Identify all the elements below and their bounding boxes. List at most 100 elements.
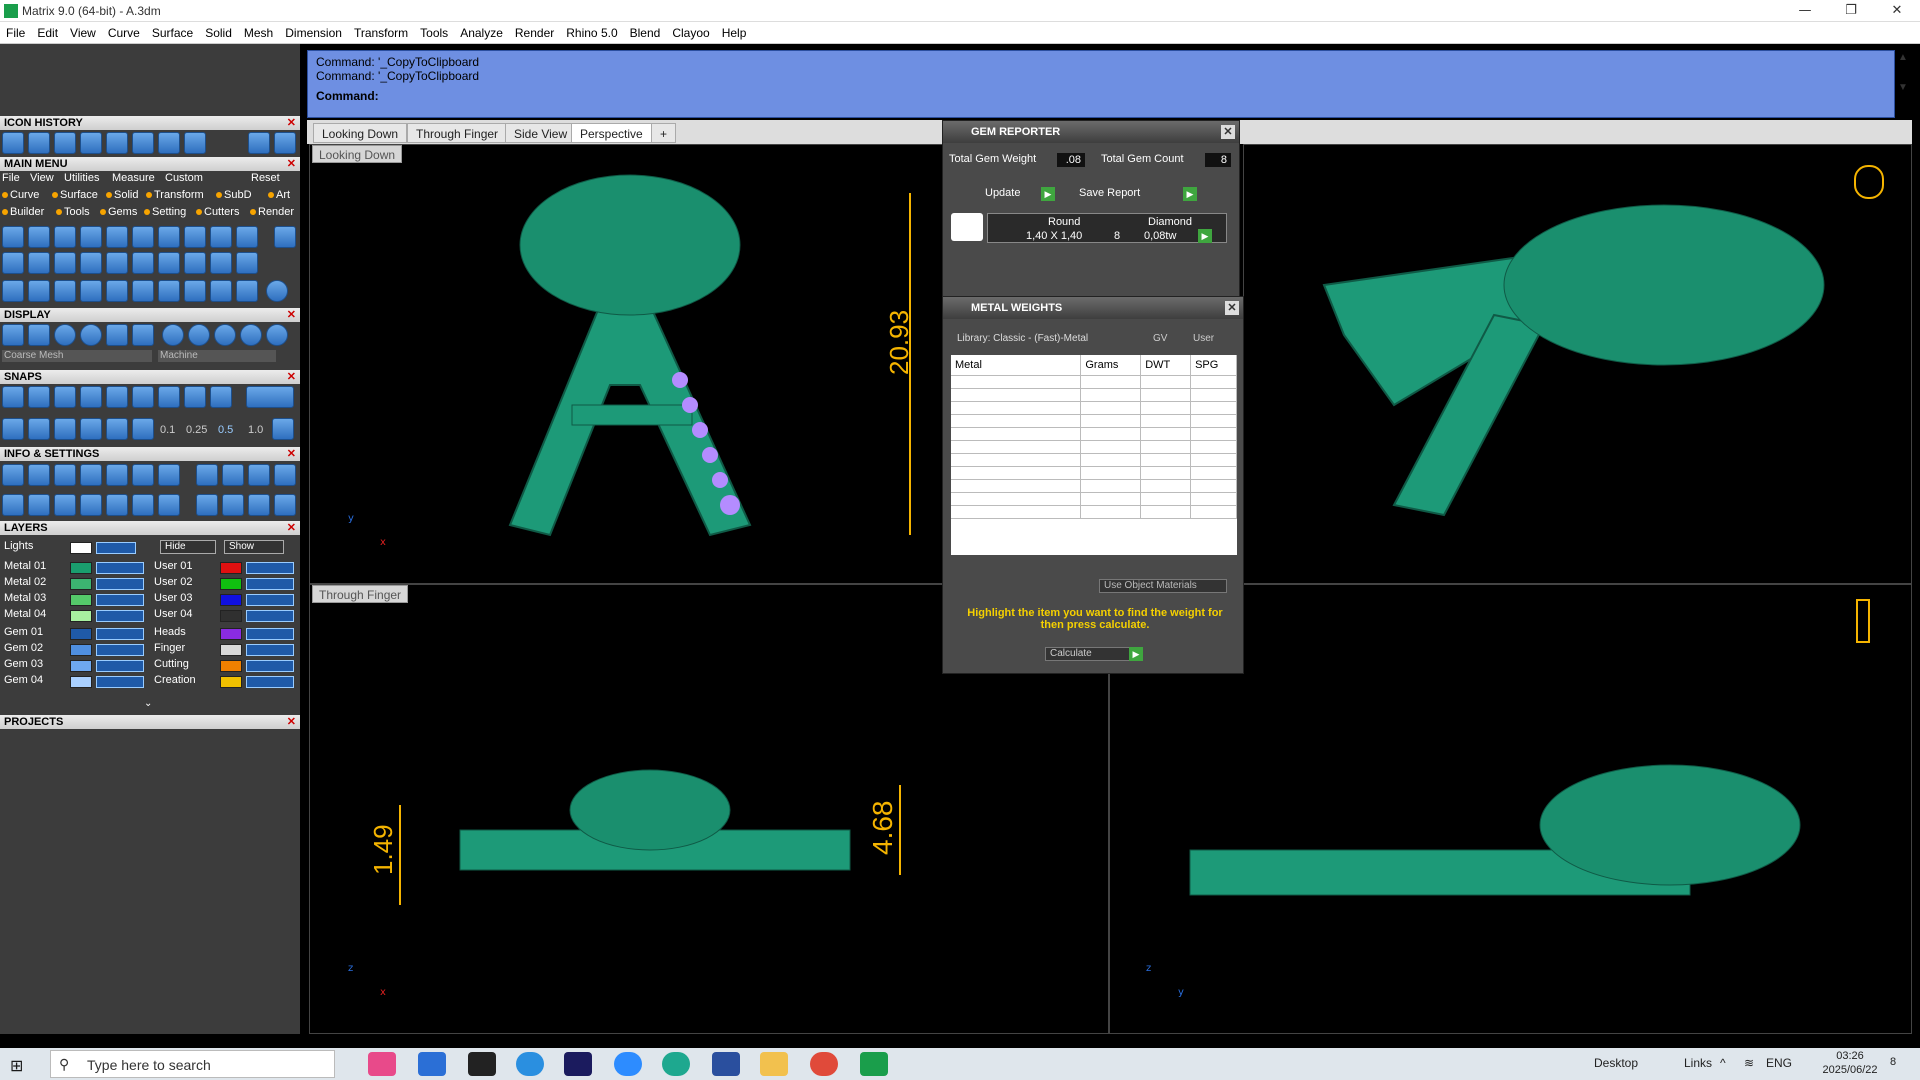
category-subd[interactable]: SubD — [216, 189, 252, 201]
category-render[interactable]: Render — [250, 206, 294, 218]
snap-icon[interactable] — [210, 386, 232, 408]
tool-icon[interactable] — [158, 252, 180, 274]
table-row[interactable]: White Gold:14K PdW 2.75 1.77 14.33 — [951, 505, 1237, 519]
layer-color-swatch[interactable] — [70, 644, 92, 656]
info-icon[interactable] — [106, 494, 128, 516]
history-tool-icon[interactable] — [132, 132, 154, 154]
save-report-play-icon[interactable]: ▶ — [1183, 187, 1197, 201]
tool-icon[interactable] — [80, 252, 102, 274]
main-menu-reset[interactable]: Reset — [251, 172, 280, 184]
menu-blend[interactable]: Blend — [630, 26, 661, 40]
use-object-materials-toggle[interactable]: Use Object Materials — [1099, 579, 1227, 593]
layer-name[interactable]: User 01 — [154, 560, 193, 572]
layer-color-swatch[interactable] — [70, 660, 92, 672]
app-icon[interactable] — [516, 1052, 544, 1076]
tool-icon[interactable] — [184, 280, 206, 302]
main-menu-measure[interactable]: Measure — [112, 172, 155, 184]
search-icon[interactable] — [28, 464, 50, 486]
tool-icon[interactable] — [28, 252, 50, 274]
chrome-icon[interactable] — [810, 1052, 838, 1076]
language-indicator[interactable]: ENG — [1766, 1056, 1792, 1070]
circle-tool-icon[interactable] — [266, 280, 288, 302]
display-icon[interactable] — [28, 324, 50, 346]
tool-icon[interactable] — [236, 280, 258, 302]
layer-visibility-controls[interactable] — [96, 610, 144, 622]
render-sphere-icon[interactable] — [80, 324, 102, 346]
info-icon[interactable] — [222, 494, 244, 516]
tool-icon[interactable] — [132, 252, 154, 274]
layer-color-swatch[interactable] — [220, 594, 242, 606]
layer-name[interactable]: User 04 — [154, 608, 193, 620]
menu-file[interactable]: File — [6, 26, 25, 40]
tool-icon[interactable] — [158, 280, 180, 302]
snap-value-01[interactable]: 0.1 — [160, 424, 175, 436]
links-toolbar[interactable]: Links — [1684, 1056, 1712, 1070]
menu-dimension[interactable]: Dimension — [285, 26, 342, 40]
tool-icon[interactable] — [54, 280, 76, 302]
layer-color-swatch[interactable] — [220, 676, 242, 688]
tool-icon[interactable] — [2, 226, 24, 248]
table-row[interactable]: Yellow Gold:10KY 2.19 1.41 11.45 — [951, 388, 1237, 402]
menu-render[interactable]: Render — [515, 26, 554, 40]
snap-icon[interactable] — [54, 418, 76, 440]
restore-button[interactable]: ❐ — [1828, 0, 1874, 22]
snap-icon[interactable] — [158, 386, 180, 408]
snap-icon[interactable] — [132, 386, 154, 408]
table-row[interactable]: Yellow Gold:18KY 2.95 1.90 15.42 — [951, 414, 1237, 428]
history-tool-icon[interactable] — [54, 132, 76, 154]
notification-badge[interactable]: 8 — [1890, 1056, 1896, 1068]
snap-icon[interactable] — [132, 418, 154, 440]
menu-edit[interactable]: Edit — [37, 26, 58, 40]
layer-visibility-controls[interactable] — [96, 660, 144, 672]
tool-icon[interactable] — [28, 226, 50, 248]
history-tool-icon[interactable] — [28, 132, 50, 154]
tool-icon[interactable] — [106, 226, 128, 248]
close-icon[interactable]: ✕ — [1225, 301, 1239, 315]
lights-swatch[interactable] — [70, 542, 92, 554]
menu-mesh[interactable]: Mesh — [244, 26, 273, 40]
info-icon[interactable] — [2, 494, 24, 516]
snap-value-025[interactable]: 0.25 — [186, 424, 207, 436]
table-row[interactable]: White Gold:10KW 2.11 1.35 10.99 — [951, 479, 1237, 493]
layer-visibility-controls[interactable] — [96, 594, 144, 606]
table-row[interactable]: Yellow Gold:22KY 3.43 2.20 17.89 — [951, 440, 1237, 454]
render-sphere-icon[interactable] — [54, 324, 76, 346]
info-icon[interactable] — [54, 464, 76, 486]
gv-toggle[interactable]: GV — [1153, 333, 1167, 344]
info-icon[interactable] — [132, 494, 154, 516]
layer-color-swatch[interactable] — [70, 676, 92, 688]
display-icon[interactable] — [106, 324, 128, 346]
user-toggle[interactable]: User — [1193, 333, 1214, 344]
material-sphere-icon[interactable] — [240, 324, 262, 346]
layer-color-swatch[interactable] — [220, 562, 242, 574]
info-icon[interactable] — [158, 464, 180, 486]
expand-chevron-icon[interactable]: ⌄ — [144, 698, 152, 709]
column-header-spg[interactable]: SPG — [1190, 355, 1237, 376]
tool-icon[interactable] — [2, 252, 24, 274]
desktop-toolbar[interactable]: Desktop — [1594, 1056, 1638, 1070]
snap-icon[interactable] — [80, 418, 102, 440]
snap-value-10[interactable]: 1.0 — [248, 424, 263, 436]
layer-visibility-controls[interactable] — [96, 644, 144, 656]
table-row[interactable]: Yellow Gold:18KY R... 2.95 1.90 15.42 — [951, 427, 1237, 441]
menu-help[interactable]: Help — [722, 26, 747, 40]
menu-curve[interactable]: Curve — [108, 26, 140, 40]
search-box[interactable]: ⚲ Type here to search — [50, 1050, 335, 1078]
command-prompt[interactable]: Command: — [308, 89, 1894, 103]
show-button[interactable]: Show — [224, 540, 284, 554]
gem-row-play-icon[interactable]: ▶ — [1198, 229, 1212, 243]
layer-color-swatch[interactable] — [220, 660, 242, 672]
layer-name[interactable]: Gem 03 — [4, 658, 43, 670]
store-icon[interactable] — [418, 1052, 446, 1076]
matrix-icon[interactable] — [860, 1052, 888, 1076]
layer-name[interactable]: Gem 01 — [4, 626, 43, 638]
history-tool-icon[interactable] — [184, 132, 206, 154]
layer-color-swatch[interactable] — [220, 578, 242, 590]
app-icon[interactable] — [712, 1052, 740, 1076]
history-tool-icon[interactable] — [158, 132, 180, 154]
layer-color-swatch[interactable] — [70, 578, 92, 590]
snap-icon[interactable] — [184, 386, 206, 408]
tab-looking-down[interactable]: Looking Down — [313, 123, 408, 143]
network-icon[interactable]: ≋ — [1744, 1056, 1754, 1070]
forward-arrow-icon[interactable] — [274, 132, 296, 154]
